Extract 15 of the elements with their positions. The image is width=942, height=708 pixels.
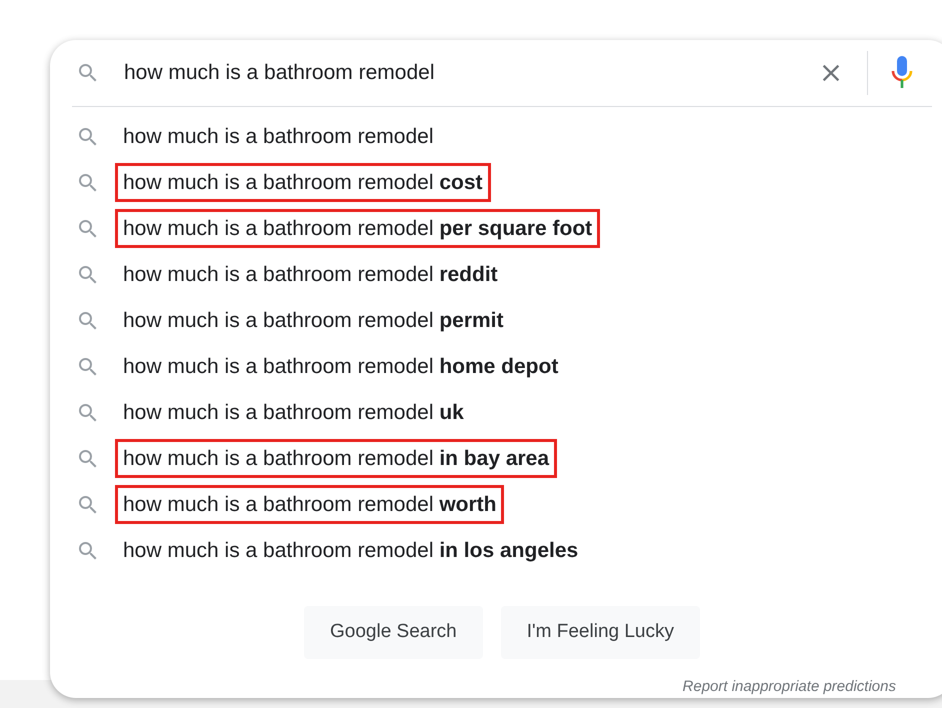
microphone-icon[interactable] [890, 56, 914, 90]
suggestion-item[interactable]: how much is a bathroom remodel worth [115, 484, 504, 524]
report-link[interactable]: Report inappropriate predictions [682, 676, 896, 698]
search-field[interactable]: how much is a bathroom remodel [124, 52, 817, 93]
suggestion-item[interactable]: how much is a bathroom remodel uk [115, 392, 472, 432]
suggestion-item[interactable]: how much is a bathroom remodel in los angeles [115, 530, 586, 570]
suggestion-item[interactable]: how much is a bathroom remodel reddit [115, 254, 506, 294]
search-button[interactable]: Google Search [304, 606, 483, 658]
suggestion-item[interactable]: how much is a bathroom remodel cost [115, 162, 490, 202]
search-button[interactable]: I'm Feeling Lucky [500, 606, 700, 658]
suggestion-item[interactable]: how much is a bathroom remodel per square foot [115, 208, 600, 248]
suggestion-item[interactable]: how much is a bathroom remodel home depot [115, 346, 566, 386]
suggestion-item[interactable]: how much is a bathroom remodel in bay area [115, 438, 558, 478]
suggestion-item[interactable]: how much is a bathroom remodel [115, 116, 442, 156]
suggestion-item[interactable]: how much is a bathroom remodel permit [115, 300, 512, 340]
